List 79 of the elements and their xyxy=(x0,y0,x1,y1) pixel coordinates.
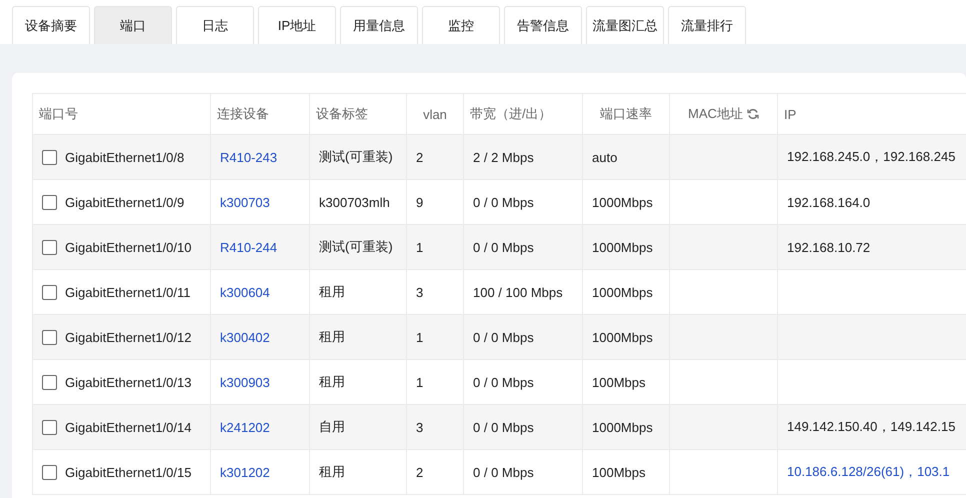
port-name: GigabitEthernet1/0/11 xyxy=(65,284,191,300)
device-link[interactable]: k300604 xyxy=(220,284,270,300)
checkbox[interactable] xyxy=(42,420,57,434)
column-title: 带宽（进/出） xyxy=(470,105,552,123)
checkbox[interactable] xyxy=(42,284,57,300)
table-cell: 0 / 0 Mbps xyxy=(464,360,583,405)
tab[interactable]: 设备摘要 xyxy=(12,6,90,44)
table-cell: 2 xyxy=(407,450,464,495)
table-cell: 2 / 2 Mbps xyxy=(464,135,583,180)
table-cell: 1 xyxy=(407,315,464,360)
table-cell: 3 xyxy=(407,405,464,450)
column-title: 端口速率 xyxy=(600,105,652,123)
ip-address: 192.168.245.0，192.168.245 xyxy=(787,148,956,166)
device-link[interactable]: k300402 xyxy=(220,330,270,344)
device-link[interactable]: k241202 xyxy=(220,420,270,434)
table-cell: 1 xyxy=(407,225,464,270)
checkbox[interactable] xyxy=(42,194,57,210)
refresh-icon[interactable] xyxy=(746,108,759,120)
checkbox[interactable] xyxy=(42,374,57,390)
tab[interactable]: 告警信息 xyxy=(504,6,582,44)
ip-address: 192.168.164.0 xyxy=(787,194,870,210)
tab[interactable]: IP地址 xyxy=(258,6,336,44)
checkbox[interactable] xyxy=(42,150,57,164)
table-cell: 0 / 0 Mbps xyxy=(464,225,583,270)
table-cell: 2 xyxy=(407,135,464,180)
ip-address: 149.142.150.40，149.142.15 xyxy=(787,418,956,436)
ip-address: 192.168.10.72 xyxy=(787,240,870,254)
tab[interactable]: 流量排行 xyxy=(668,6,746,44)
table-cell: k300703mlh xyxy=(310,180,407,225)
table-cell: 1000Mbps xyxy=(583,225,670,270)
table-cell: 租用 xyxy=(310,270,407,315)
table-cell: 1000Mbps xyxy=(583,270,670,315)
table-cell: 0 / 0 Mbps xyxy=(464,315,583,360)
checkbox[interactable] xyxy=(42,464,57,480)
column-title: IP xyxy=(784,106,796,122)
table-cell: 9 xyxy=(407,180,464,225)
column-title: MAC地址 xyxy=(688,105,743,123)
table-cell: 1 xyxy=(407,360,464,405)
port-name: GigabitEthernet1/0/8 xyxy=(65,150,184,164)
table-cell: 0 / 0 Mbps xyxy=(464,405,583,450)
checkbox[interactable] xyxy=(42,240,57,254)
tab[interactable]: 监控 xyxy=(422,6,500,44)
tab[interactable]: 日志 xyxy=(176,6,254,44)
table-cell: 100Mbps xyxy=(583,360,670,405)
column-title: vlan xyxy=(423,106,447,122)
tab[interactable]: 流量图汇总 xyxy=(586,6,664,44)
column-title: 连接设备 xyxy=(217,105,269,123)
port-name: GigabitEthernet1/0/10 xyxy=(65,240,192,254)
table-cell: 自用 xyxy=(310,405,407,450)
column-title: 端口号 xyxy=(39,105,78,123)
device-link[interactable]: k300903 xyxy=(220,374,270,390)
port-name: GigabitEthernet1/0/9 xyxy=(65,194,184,210)
table-cell: 100 / 100 Mbps xyxy=(464,270,583,315)
device-link[interactable]: k301202 xyxy=(220,464,270,480)
table-cell: 100Mbps xyxy=(583,450,670,495)
device-link[interactable]: R410-243 xyxy=(220,150,278,164)
table-cell: 0 / 0 Mbps xyxy=(464,180,583,225)
table-cell: 租用 xyxy=(310,450,407,495)
checkbox[interactable] xyxy=(42,330,57,344)
ip-link[interactable]: 10.186.6.128/26(61)，103.1 xyxy=(787,463,950,481)
device-link[interactable]: k300703 xyxy=(220,194,270,210)
table-cell: auto xyxy=(583,135,670,180)
table-cell: 0 / 0 Mbps xyxy=(464,450,583,495)
table-cell: 租用 xyxy=(310,315,407,360)
tab[interactable]: 用量信息 xyxy=(340,6,418,44)
table-cell: 1000Mbps xyxy=(583,180,670,225)
table-cell: 测试(可重装) xyxy=(310,135,407,180)
table-cell: 3 xyxy=(407,270,464,315)
tab[interactable]: 端口 xyxy=(94,6,172,44)
table-cell: 租用 xyxy=(310,360,407,405)
port-name: GigabitEthernet1/0/12 xyxy=(65,330,192,344)
table-cell: 1000Mbps xyxy=(583,315,670,360)
table-cell: 测试(可重装) xyxy=(310,225,407,270)
device-link[interactable]: R410-244 xyxy=(220,240,278,254)
table-cell: 1000Mbps xyxy=(583,405,670,450)
port-name: GigabitEthernet1/0/14 xyxy=(65,420,192,434)
port-name: GigabitEthernet1/0/15 xyxy=(65,464,192,480)
column-title: 设备标签 xyxy=(316,105,368,123)
port-name: GigabitEthernet1/0/13 xyxy=(65,374,192,390)
